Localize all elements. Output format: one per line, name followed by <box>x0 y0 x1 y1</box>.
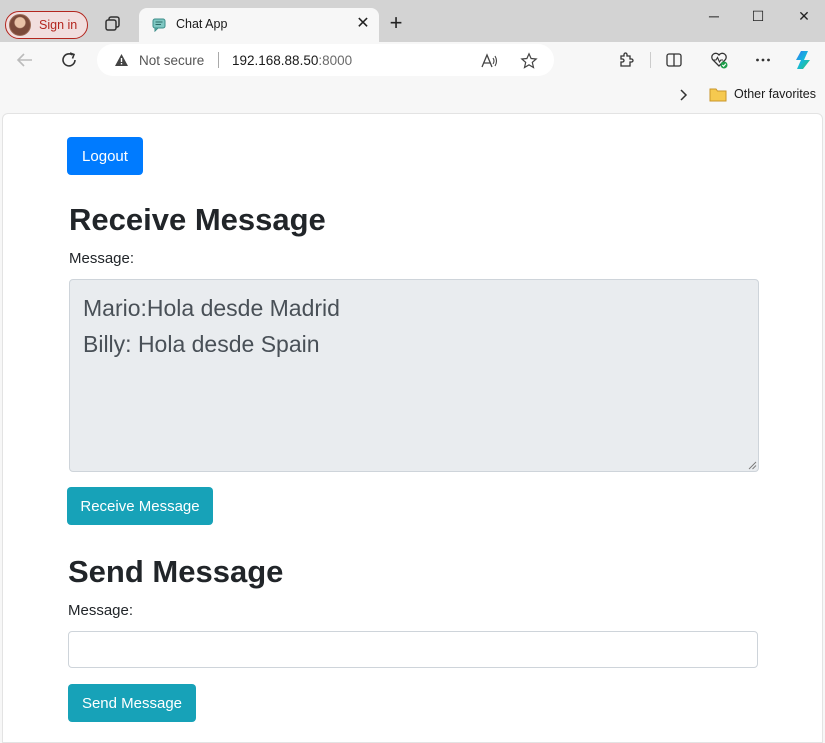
close-tab-icon[interactable]: ✕ <box>355 16 371 32</box>
read-aloud-icon[interactable] <box>480 52 498 70</box>
split-screen-icon[interactable] <box>665 51 683 69</box>
maximize-icon[interactable]: ☐ <box>746 6 770 26</box>
minimize-icon[interactable]: ─ <box>702 6 726 26</box>
new-tab-icon[interactable]: + <box>386 12 406 34</box>
close-window-icon[interactable]: ✕ <box>792 6 816 26</box>
tab-title: Chat App <box>176 17 228 31</box>
address-divider <box>218 52 219 68</box>
send-message-heading: Send Message <box>68 554 284 589</box>
chat-favicon-icon <box>152 18 166 32</box>
favorites-bar: Other favorites <box>0 78 825 112</box>
receive-message-heading: Receive Message <box>69 202 326 237</box>
chevron-right-icon[interactable] <box>676 87 690 103</box>
address-bar[interactable]: Not secure 192.168.88.50:8000 <box>97 44 554 76</box>
back-arrow-icon[interactable] <box>15 50 35 70</box>
more-options-icon[interactable] <box>754 51 772 69</box>
toolbar-divider <box>650 52 651 68</box>
page-content: Logout Receive Message Message: Mario:Ho… <box>2 113 823 743</box>
send-message-label: Message: <box>68 602 134 619</box>
workspaces-icon[interactable] <box>104 15 122 33</box>
tab-chat-app[interactable]: Chat App ✕ <box>139 8 379 42</box>
send-message-button[interactable]: Send Message <box>68 684 196 722</box>
refresh-icon[interactable] <box>59 50 79 70</box>
security-status[interactable]: Not secure <box>139 53 204 68</box>
sign-in-label: Sign in <box>39 18 78 32</box>
url-port: :8000 <box>318 53 353 68</box>
folder-icon <box>709 88 727 102</box>
message-input[interactable] <box>68 631 758 668</box>
sign-in-button[interactable]: Sign in <box>5 11 88 39</box>
other-favorites-link[interactable]: Other favorites <box>734 87 816 101</box>
message-line: Billy: Hola desde Spain <box>83 331 320 357</box>
url-host: 192.168.88.50 <box>232 53 319 68</box>
receive-message-label: Message: <box>69 250 135 267</box>
url-text[interactable]: 192.168.88.50:8000 <box>232 53 352 68</box>
copilot-icon[interactable] <box>794 49 816 71</box>
resize-handle-icon[interactable] <box>748 461 757 470</box>
warning-icon[interactable] <box>114 53 129 67</box>
browser-toolbar: Not secure 192.168.88.50:8000 <box>0 42 825 78</box>
browser-tab-strip: Sign in Chat App ✕ + ─ ☐ ✕ <box>0 0 825 42</box>
logout-button[interactable]: Logout <box>67 137 143 175</box>
message-line: Mario:Hola desde Madrid <box>83 295 340 321</box>
receive-message-button[interactable]: Receive Message <box>67 487 213 525</box>
extensions-icon[interactable] <box>617 51 635 69</box>
favorite-star-icon[interactable] <box>520 52 538 70</box>
received-messages-textarea[interactable]: Mario:Hola desde Madrid Billy: Hola desd… <box>69 279 759 472</box>
profile-avatar <box>9 14 31 36</box>
browser-essentials-icon[interactable] <box>710 51 728 69</box>
